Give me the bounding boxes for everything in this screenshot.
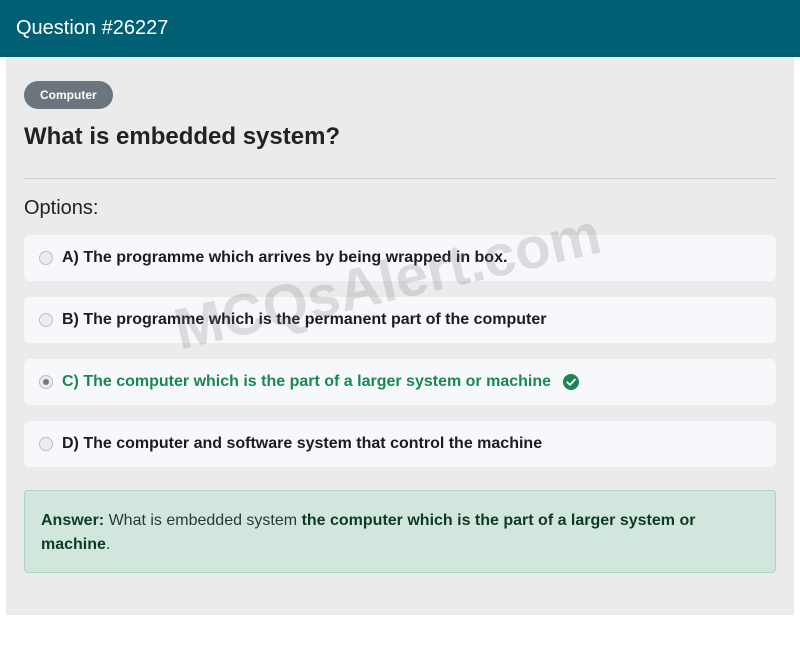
- option-a[interactable]: A) The programme which arrives by being …: [24, 235, 776, 281]
- options-heading: Options:: [24, 197, 99, 219]
- option-b-label: B) The programme which is the permanent …: [62, 311, 547, 328]
- option-b[interactable]: B) The programme which is the permanent …: [24, 297, 776, 343]
- option-b-radio[interactable]: [39, 313, 53, 327]
- question-text: What is embedded system?: [24, 123, 341, 150]
- check-circle-icon: [563, 374, 580, 390]
- option-d[interactable]: D) The computer and software system that…: [24, 421, 776, 467]
- option-c-label: C) The computer which is the part of a l…: [62, 373, 552, 390]
- option-c-radio[interactable]: [39, 375, 53, 389]
- answer-prefix: Answer:: [41, 512, 105, 529]
- page-header: Question #26227: [0, 0, 800, 57]
- option-d-radio[interactable]: [39, 437, 53, 451]
- option-d-label: D) The computer and software system that…: [62, 435, 543, 452]
- answer-box: Answer: What is embedded system the comp…: [24, 490, 776, 573]
- option-a-label: A) The programme which arrives by being …: [62, 249, 508, 266]
- question-card: Computer What is embedded system? Option…: [6, 57, 794, 615]
- page-title: Question #26227: [16, 17, 169, 39]
- option-a-radio[interactable]: [39, 251, 53, 265]
- option-c[interactable]: C) The computer which is the part of a l…: [24, 359, 776, 405]
- category-badge[interactable]: Computer: [24, 81, 113, 109]
- answer-lead: What is embedded system: [108, 512, 298, 529]
- answer-suffix: .: [105, 536, 111, 553]
- divider: [24, 178, 776, 179]
